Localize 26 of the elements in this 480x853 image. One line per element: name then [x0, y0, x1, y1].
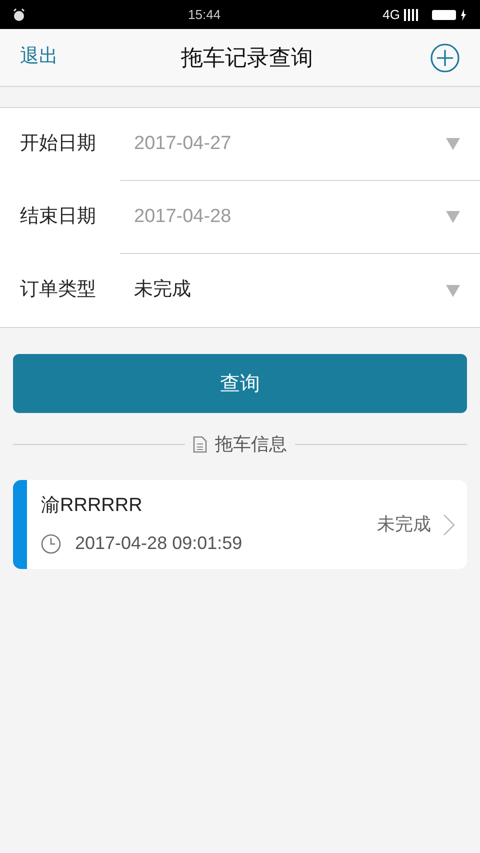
query-button[interactable]: 查询	[13, 354, 467, 413]
network-label: 4G	[382, 6, 400, 24]
date-field[interactable]: 2017-04-28	[120, 181, 480, 254]
select-field[interactable]: 未完成	[120, 254, 480, 327]
dropdown-icon	[446, 211, 460, 223]
record-card[interactable]: 渝RRRRRR 2017-04-28 09:01:59 未完成	[13, 480, 467, 569]
dropdown-icon	[446, 284, 460, 296]
signal-icon	[404, 8, 420, 20]
battery-icon	[432, 8, 468, 20]
dropdown-icon	[446, 138, 460, 150]
chevron-right-icon	[443, 514, 455, 536]
date-field[interactable]: 2017-04-27	[120, 108, 480, 181]
field-label: 开始日期	[19, 132, 97, 156]
alarm-icon	[12, 8, 26, 22]
record-status: 未完成	[377, 513, 431, 536]
record-time: 2017-04-28 09:01:59	[75, 532, 242, 556]
section-title: 拖车信息	[215, 433, 287, 456]
clock-icon	[41, 534, 61, 554]
document-icon	[193, 436, 207, 453]
field-label: 结束日期	[19, 205, 97, 230]
add-icon[interactable]	[430, 42, 460, 72]
page-title: 拖车记录查询	[181, 44, 313, 72]
status-time: 15:44	[188, 6, 221, 24]
exit-button[interactable]: 退出	[20, 43, 80, 72]
plate-number: 渝RRRRRR	[41, 494, 144, 518]
field-label: 订单类型	[19, 278, 97, 302]
